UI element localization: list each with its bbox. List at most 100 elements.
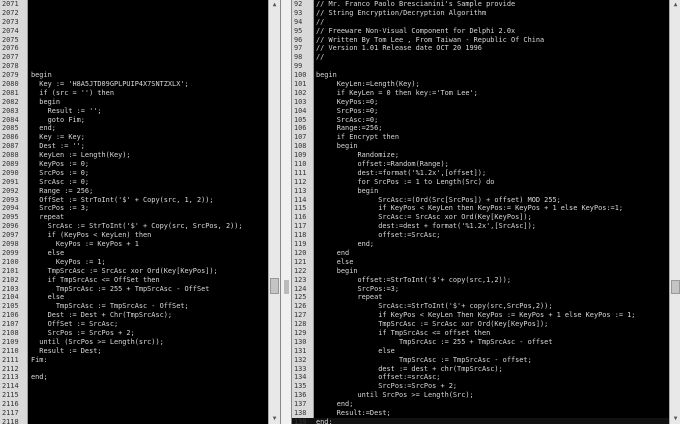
code-line[interactable]: 116 SrcAsc:= SrcAsc xor Ord(Key[KeyPos])…: [292, 213, 680, 222]
code-line[interactable]: 2092 Range := 256;: [0, 187, 268, 196]
code-line[interactable]: 133 dest := dest + chr(TmpSrcAsc);: [292, 365, 680, 374]
code-line[interactable]: 2074: [0, 27, 268, 36]
code-line[interactable]: 2071: [0, 0, 268, 9]
code-line[interactable]: 2098 KeyPos := KeyPos + 1: [0, 240, 268, 249]
code-line[interactable]: 2080 Key := 'H8A5JTD09GPLPUIP4X7SNTZXLX'…: [0, 80, 268, 89]
code-line[interactable]: 2100 KeyPos := 1;: [0, 258, 268, 267]
scroll-up-arrow-icon[interactable]: ▲: [269, 0, 280, 10]
code-line[interactable]: 97 // Version 1.01 Release date OCT 20 19…: [292, 44, 680, 53]
code-line[interactable]: 94 //: [292, 18, 680, 27]
code-line[interactable]: 2083 Result := '';: [0, 107, 268, 116]
code-line[interactable]: 2086 Key := Key;: [0, 133, 268, 142]
code-line[interactable]: 2088 KeyLen := Length(Key);: [0, 151, 268, 160]
code-line[interactable]: 2084 goto Fim;: [0, 116, 268, 125]
code-line[interactable]: 137 end;: [292, 400, 680, 409]
code-line[interactable]: 109 Randomize;: [292, 151, 680, 160]
code-line[interactable]: 130 TmpSrcAsc := 255 + TmpSrcAsc - offse…: [292, 338, 680, 347]
code-line[interactable]: 132 TmpSrcAsc := TmpSrcAsc - offset;: [292, 356, 680, 365]
code-line[interactable]: 103 KeyPos:=0;: [292, 98, 680, 107]
code-line[interactable]: 118 offset:=SrcAsc;: [292, 231, 680, 240]
code-line[interactable]: 2081 if (src = '') then: [0, 89, 268, 98]
code-line[interactable]: 2107 OffSet := SrcAsc;: [0, 320, 268, 329]
code-line[interactable]: 135 SrcPos:=SrcPos + 2;: [292, 382, 680, 391]
code-line[interactable]: 126 SrcAsc:=StrToInt('$'+ copy(src,SrcPo…: [292, 302, 680, 311]
code-line[interactable]: 100 begin: [292, 71, 680, 80]
code-line[interactable]: 104 SrcPos:=0;: [292, 107, 680, 116]
code-line[interactable]: 127 if KeyPos < KeyLen Then KeyPos := Ke…: [292, 311, 680, 320]
code-line[interactable]: 110 offset:=Random(Range);: [292, 160, 680, 169]
code-line[interactable]: 96 // Written By Tom Lee , From Taiwan - …: [292, 36, 680, 45]
code-line[interactable]: 128 TmpSrcAsc := SrcAsc xor Ord(Key[KeyP…: [292, 320, 680, 329]
code-line[interactable]: 2087 Dest := '';: [0, 142, 268, 151]
code-line[interactable]: 2106 Dest := Dest + Chr(TmpSrcAsc);: [0, 311, 268, 320]
left-scroll-thumb[interactable]: [270, 278, 279, 294]
code-line[interactable]: 106 Range:=256;: [292, 124, 680, 133]
code-line[interactable]: 2075: [0, 36, 268, 45]
code-line[interactable]: 107 if Encrypt then: [292, 133, 680, 142]
code-line[interactable]: 2117: [0, 409, 268, 418]
scroll-down-arrow-icon[interactable]: ▼: [269, 414, 280, 424]
code-line[interactable]: 2118: [0, 418, 268, 424]
code-line[interactable]: 136 until SrcPos >= Length(Src);: [292, 391, 680, 400]
code-line[interactable]: 119 end;: [292, 240, 680, 249]
code-line[interactable]: 2094 SrcPos := 3;: [0, 204, 268, 213]
code-line[interactable]: 98 //: [292, 53, 680, 62]
code-line[interactable]: 123 offset:=StrToInt('$'+ copy(src,1,2))…: [292, 276, 680, 285]
code-line[interactable]: 2104 else: [0, 293, 268, 302]
code-line[interactable]: 114 SrcAsc:=(Ord(Src[SrcPos]) + offset) …: [292, 196, 680, 205]
code-line[interactable]: 105 SrcAsc:=0;: [292, 116, 680, 125]
code-line[interactable]: 115 if KeyPos < KeyLen then KeyPos:= Key…: [292, 204, 680, 213]
code-line[interactable]: 2111 Fim:: [0, 356, 268, 365]
code-line[interactable]: 2109 until (SrcPos >= Length(src));: [0, 338, 268, 347]
code-line[interactable]: 99: [292, 62, 680, 71]
code-line[interactable]: 139 end;: [292, 417, 680, 424]
code-line[interactable]: 2095 repeat: [0, 213, 268, 222]
code-line[interactable]: 2099 else: [0, 249, 268, 258]
code-line[interactable]: 2101 TmpSrcAsc := SrcAsc xor Ord(Key[Key…: [0, 267, 268, 276]
code-line[interactable]: 93 // String Encryption/Decryption Algori…: [292, 9, 680, 18]
code-line[interactable]: 2085 end;: [0, 124, 268, 133]
scroll-up-arrow-icon[interactable]: ▲: [670, 0, 680, 10]
code-line[interactable]: 2115: [0, 391, 268, 400]
code-line[interactable]: 2112: [0, 365, 268, 374]
code-line[interactable]: 2097 if (KeyPos < KeyLen) then: [0, 231, 268, 240]
code-line[interactable]: 111 dest:=format('%1.2x',[offset]);: [292, 169, 680, 178]
code-line[interactable]: 122 begin: [292, 267, 680, 276]
code-line[interactable]: 2073: [0, 18, 268, 27]
code-line[interactable]: 120 end: [292, 249, 680, 258]
right-code-pane[interactable]: 92 // Mr. Franco Paolo Brescianini's Samp…: [292, 0, 680, 424]
code-line[interactable]: 2079 begin: [0, 71, 268, 80]
pane-splitter[interactable]: [280, 0, 292, 424]
code-line[interactable]: 2091 SrcAsc := 0;: [0, 178, 268, 187]
code-line[interactable]: 2108 SrcPos := SrcPos + 2;: [0, 329, 268, 338]
code-line[interactable]: 2089 KeyPos := 0;: [0, 160, 268, 169]
code-line[interactable]: 2077: [0, 53, 268, 62]
code-line[interactable]: 138 Result:=Dest;: [292, 409, 680, 418]
right-scroll-thumb[interactable]: [671, 280, 680, 294]
code-line[interactable]: 2116: [0, 400, 268, 409]
code-line[interactable]: 2078: [0, 62, 268, 71]
code-line[interactable]: 2072: [0, 9, 268, 18]
left-code-pane[interactable]: 2071 2072 2073 2074 2075 2076 2077 2078 2079 begi…: [0, 0, 268, 424]
code-line[interactable]: 121 else: [292, 258, 680, 267]
code-line[interactable]: 92 // Mr. Franco Paolo Brescianini's Samp…: [292, 0, 680, 9]
code-line[interactable]: 2105 TmpSrcAsc := TmpSrcAsc - OffSet;: [0, 302, 268, 311]
code-line[interactable]: 2096 SrcAsc := StrToInt('$' + Copy(src, …: [0, 222, 268, 231]
code-line[interactable]: 2110 Result := Dest;: [0, 347, 268, 356]
code-line[interactable]: 2093 OffSet := StrToInt('$' + Copy(src, …: [0, 196, 268, 205]
code-line[interactable]: 113 begin: [292, 187, 680, 196]
code-line[interactable]: 2103 TmpSrcAsc := 255 + TmpSrcAsc - OffS…: [0, 285, 268, 294]
code-line[interactable]: 129 if TmpSrcAsc <= offset then: [292, 329, 680, 338]
code-line[interactable]: 124 SrcPos:=3;: [292, 285, 680, 294]
code-line[interactable]: 2114: [0, 382, 268, 391]
splitter-grip[interactable]: [284, 280, 289, 294]
code-line[interactable]: 102 if KeyLen = 0 then key:='Tom Lee';: [292, 89, 680, 98]
right-vertical-scrollbar[interactable]: ▲ ▼: [669, 0, 680, 424]
code-line[interactable]: 2082 begin: [0, 98, 268, 107]
code-line[interactable]: 131 else: [292, 347, 680, 356]
scroll-down-arrow-icon[interactable]: ▼: [670, 414, 680, 424]
code-line[interactable]: 125 repeat: [292, 293, 680, 302]
code-line[interactable]: 2076: [0, 44, 268, 53]
code-line[interactable]: 134 offset:=srcAsc;: [292, 373, 680, 382]
code-line[interactable]: 101 KeyLen:=Length(Key);: [292, 80, 680, 89]
